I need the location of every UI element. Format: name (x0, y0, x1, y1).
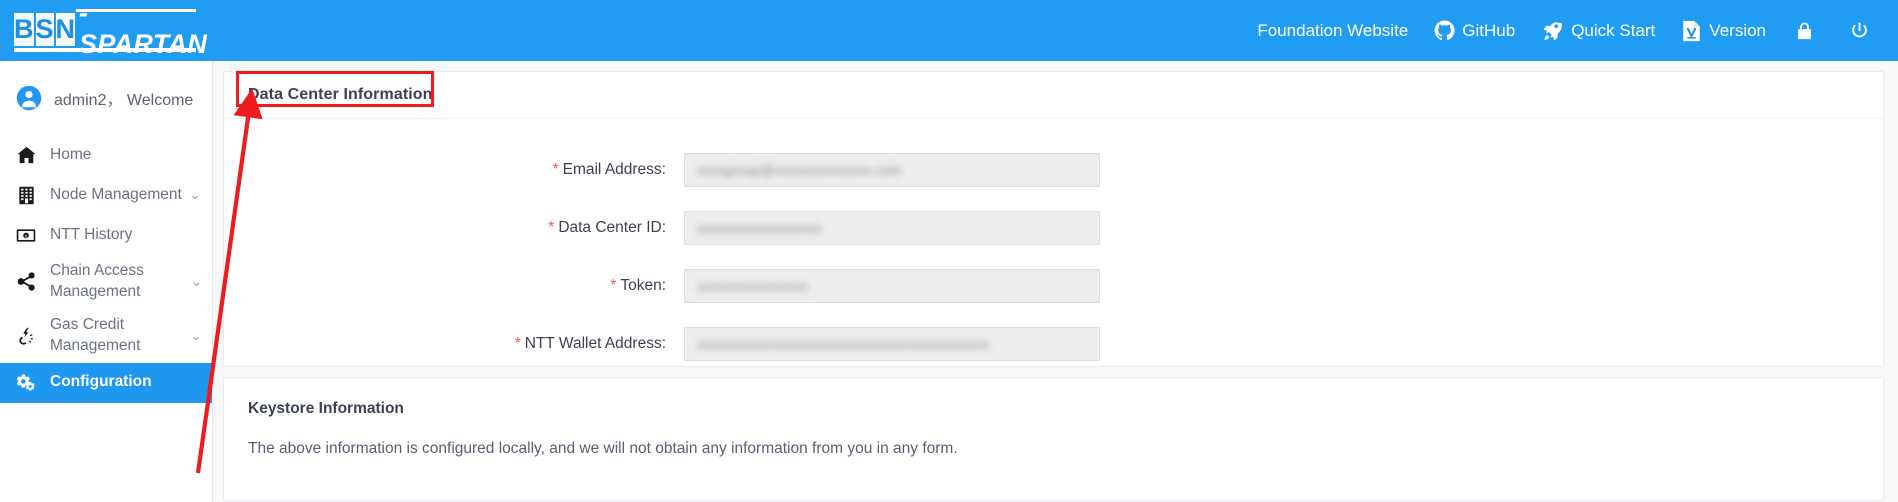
power-logout-button[interactable] (1850, 21, 1876, 41)
token-label: * Token: (224, 277, 684, 295)
brand-logo[interactable]: B S N -SPARTAN (14, 0, 207, 59)
avatar (16, 85, 42, 111)
ntt-wallet-address-label-text: NTT Wallet Address: (524, 335, 666, 352)
form-row-data-center-id: * Data Center ID: xxxxxxxxxxxxxxxxxx (224, 199, 1883, 257)
data-center-id-label-text: Data Center ID: (558, 219, 666, 236)
data-center-form: * Email Address: xxxxgroup@xxxxxxxxxxxxxx… (224, 119, 1883, 373)
rocket-icon (1541, 20, 1564, 42)
data-center-id-label: * Data Center ID: (224, 219, 684, 237)
document-icon (1681, 20, 1702, 42)
required-asterisk: * (552, 161, 559, 178)
nav-github[interactable]: GitHub (1434, 20, 1515, 41)
sidebar-item-configuration-label: Configuration (50, 373, 152, 391)
gears-icon (16, 373, 36, 393)
nav-version[interactable]: Version (1681, 20, 1766, 42)
power-icon (1850, 21, 1869, 41)
gas-icon (16, 326, 36, 346)
ntt-wallet-address-value: xxxxxxxxxxxxxxxxxxxxxxxxxxxxxxxxxxxxxxxx… (697, 336, 989, 352)
building-icon (16, 185, 36, 205)
token-field[interactable]: xxxxxxxxxxxxxxxx (684, 269, 1100, 303)
token-value: xxxxxxxxxxxxxxxx (697, 278, 809, 294)
sidebar-item-home[interactable]: Home (0, 135, 212, 175)
chevron-down-icon-gas-credit-management: ⌄ (190, 327, 202, 343)
form-row-token: * Token: xxxxxxxxxxxxxxxx (224, 257, 1883, 315)
logo-letter-n: N (55, 12, 76, 46)
user-welcome-row[interactable]: admin2， Welcome (0, 61, 212, 135)
main-content: Data Center Information * Email Address: … (213, 61, 1898, 502)
form-row-ntt-wallet-address: * NTT Wallet Address: xxxxxxxxxxxxxxxxxxx… (224, 315, 1883, 373)
nav-github-label: GitHub (1462, 20, 1516, 40)
logo-wordmark: B S N -SPARTAN (14, 0, 207, 59)
sidebar-item-gas-credit-management-label: Gas Credit Management (50, 315, 141, 354)
email-address-label: * Email Address: (224, 161, 684, 179)
top-header-bar: B S N -SPARTAN Foundation Website GitHub (0, 0, 1898, 61)
sidebar: admin2， Welcome Home Node Management ⌄ 0… (0, 61, 213, 502)
required-asterisk: * (548, 219, 555, 236)
github-icon (1434, 20, 1455, 41)
sidebar-item-node-management[interactable]: Node Management ⌄ (0, 175, 212, 215)
keystore-information-card: Keystore Information The above informati… (223, 377, 1884, 501)
top-nav: Foundation Website GitHub Quick Start Ve… (1231, 0, 1898, 61)
nav-quick-start-label: Quick Start (1571, 20, 1656, 40)
share-icon (16, 272, 36, 292)
chevron-down-icon-node-management: ⌄ (189, 187, 201, 202)
required-asterisk: * (610, 277, 617, 294)
data-center-information-card: Data Center Information * Email Address: … (223, 71, 1884, 367)
nav-quick-start[interactable]: Quick Start (1541, 20, 1655, 42)
lock-icon (1796, 21, 1813, 41)
lock-button[interactable] (1796, 21, 1820, 41)
app-root: B S N -SPARTAN Foundation Website GitHub (0, 0, 1898, 502)
sidebar-item-ntt-history-label: NTT History (50, 225, 133, 243)
token-label-text: Token: (620, 277, 666, 294)
nav-foundation-website[interactable]: Foundation Website (1257, 21, 1408, 41)
required-asterisk: * (514, 335, 521, 352)
data-center-id-value: xxxxxxxxxxxxxxxxxx (697, 220, 823, 236)
sidebar-item-ntt-history[interactable]: 0 NTT History (0, 215, 212, 255)
email-address-field[interactable]: xxxxgroup@xxxxxxxxxxxxxx.com (684, 153, 1100, 187)
keystore-information-text: The above information is configured loca… (248, 440, 958, 457)
data-center-id-field[interactable]: xxxxxxxxxxxxxxxxxx (684, 211, 1100, 245)
nav-version-label: Version (1709, 20, 1766, 40)
email-address-label-text: Email Address: (562, 161, 666, 178)
logo-letter-b: B (14, 12, 34, 46)
email-address-value: xxxxgroup@xxxxxxxxxxxxxx.com (697, 162, 902, 178)
sidebar-item-gas-credit-management[interactable]: Gas Credit Management ⌄ (0, 309, 212, 363)
sidebar-menu: Home Node Management ⌄ 0 NTT History Cha… (0, 135, 212, 403)
sidebar-item-chain-access-management[interactable]: Chain Access Management ⌄ (0, 255, 212, 309)
user-welcome-label: admin2， Welcome (54, 92, 194, 109)
logo-rule-bottom (14, 48, 196, 52)
banknote-icon: 0 (16, 225, 36, 245)
sidebar-item-home-label: Home (50, 145, 92, 163)
keystore-information-title: Keystore Information (248, 400, 404, 417)
nav-foundation-website-label: Foundation Website (1257, 20, 1409, 40)
sidebar-item-chain-access-management-label: Chain Access Management (50, 262, 144, 300)
form-row-email-address: * Email Address: xxxxgroup@xxxxxxxxxxxxxx… (224, 141, 1883, 199)
home-icon (16, 145, 36, 165)
sidebar-item-node-management-label: Node Management (50, 185, 182, 203)
chevron-down-icon-chain-access-management: ⌄ (191, 273, 202, 289)
sidebar-item-configuration[interactable]: Configuration (0, 362, 212, 403)
ntt-wallet-address-field[interactable]: xxxxxxxxxxxxxxxxxxxxxxxxxxxxxxxxxxxxxxxx… (684, 327, 1100, 361)
page-title: Data Center Information (248, 86, 433, 103)
ntt-wallet-address-label: * NTT Wallet Address: (224, 335, 684, 353)
card-header: Data Center Information (224, 72, 1883, 119)
logo-letter-s: S (35, 12, 54, 46)
